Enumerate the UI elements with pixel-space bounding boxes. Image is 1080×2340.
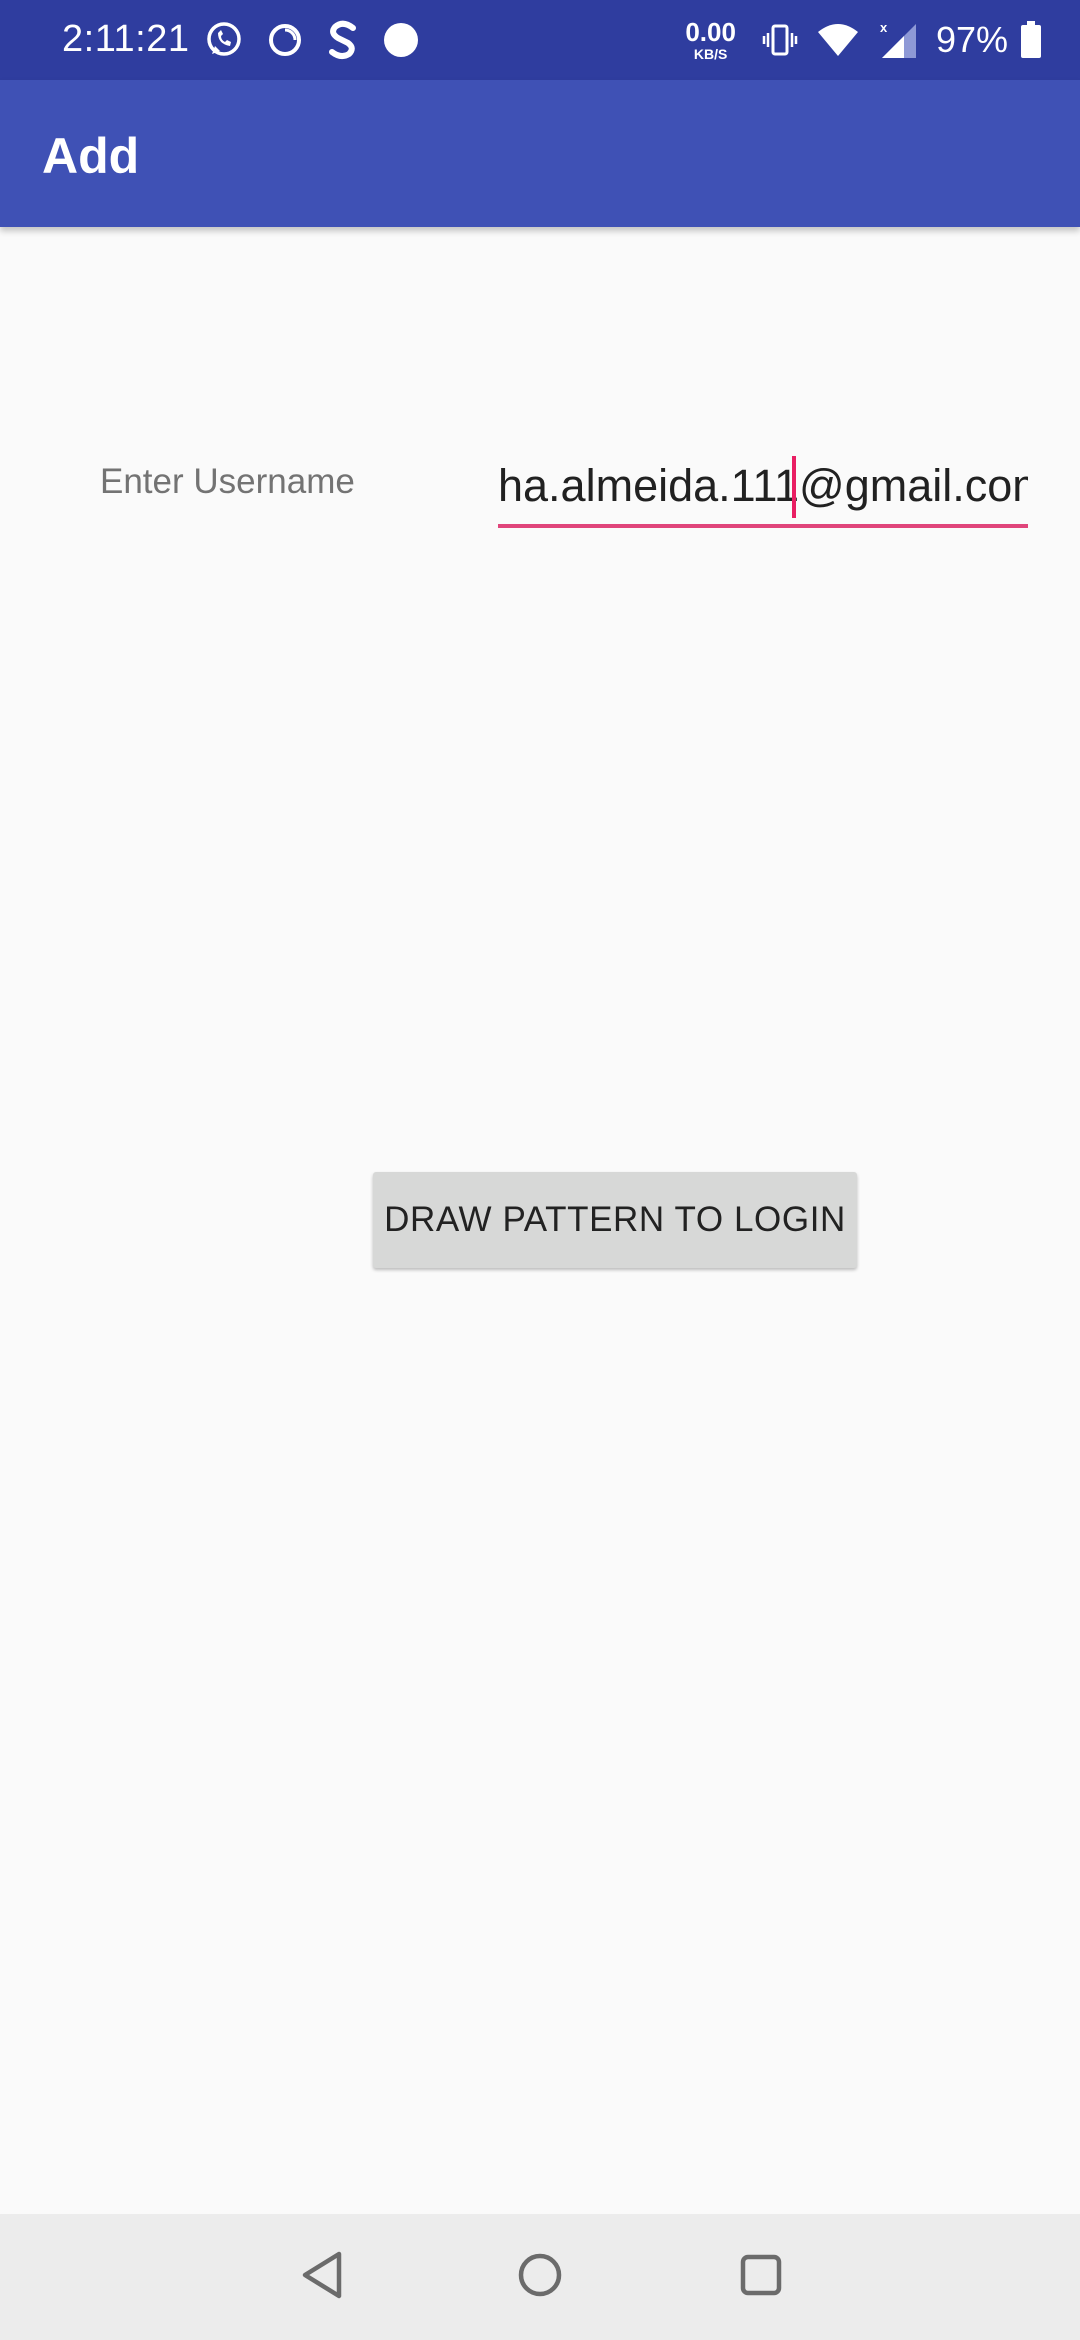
battery-icon	[1020, 21, 1042, 59]
username-label: Enter Username	[100, 462, 355, 501]
home-button[interactable]	[505, 2242, 575, 2312]
home-icon	[516, 2251, 564, 2304]
net-speed: 0.00 KB/S	[685, 19, 736, 61]
app-bar: Add	[0, 80, 1080, 227]
svg-text:x: x	[880, 20, 888, 35]
text-cursor	[792, 456, 796, 518]
net-speed-value: 0.00	[685, 17, 736, 47]
status-bar: 2:11:21 0.00 KB/S x 97%	[0, 0, 1080, 80]
system-status-icons: 0.00 KB/S x 97%	[685, 0, 1080, 80]
status-time: 2:11:21	[62, 18, 190, 60]
username-input-underline	[498, 524, 1028, 528]
username-input-value[interactable]: ha.almeida.111@gmail.com	[498, 458, 1028, 514]
draw-pattern-login-button[interactable]: DRAW PATTERN TO LOGIN	[373, 1172, 857, 1268]
back-icon	[299, 2250, 345, 2305]
recents-button[interactable]	[726, 2242, 796, 2312]
notification-icons	[204, 16, 442, 64]
recents-icon	[738, 2252, 784, 2303]
net-speed-unit: KB/S	[693, 46, 728, 62]
username-input[interactable]: ha.almeida.111@gmail.com	[498, 452, 1028, 528]
vibrate-icon	[762, 22, 798, 58]
sync-circle-icon	[266, 21, 304, 59]
wifi-icon	[816, 22, 860, 58]
screen: 2:11:21 0.00 KB/S x 97% Add Enter Userna…	[0, 0, 1080, 2340]
s-app-icon	[326, 19, 360, 61]
battery-percent: 97%	[935, 19, 1008, 60]
cell-signal-icon: x	[878, 20, 918, 60]
dot-notification-icon	[382, 21, 420, 59]
whatsapp-icon	[204, 20, 244, 60]
navigation-bar	[0, 2214, 1080, 2340]
back-button[interactable]	[287, 2242, 357, 2312]
page-title: Add	[42, 128, 140, 184]
